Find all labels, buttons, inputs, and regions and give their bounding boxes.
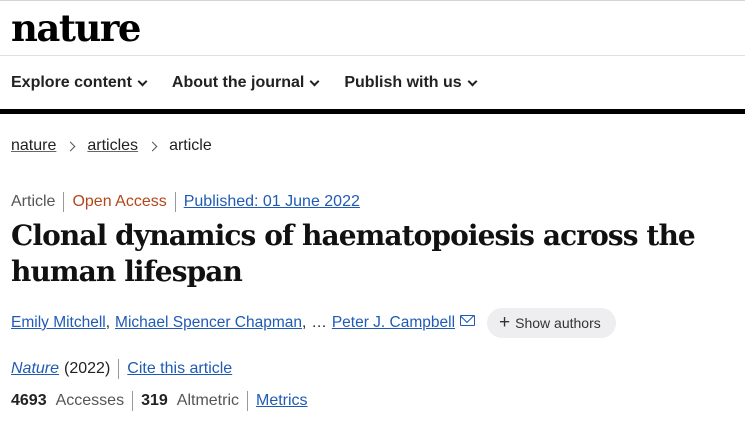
breadcrumb-home-link[interactable]: nature	[11, 135, 56, 157]
chevron-right-icon	[147, 141, 158, 151]
metrics-divider	[247, 391, 248, 411]
author-separator: ,	[302, 314, 307, 331]
chevron-down-icon	[467, 76, 478, 86]
main-nav: Explore content About the journal Publis…	[11, 72, 478, 94]
chevron-down-icon	[309, 76, 320, 86]
article-title: Clonal dynamics of haematopoiesis across…	[11, 219, 696, 288]
chevron-down-icon	[137, 76, 148, 86]
metrics-row: 4693 Accesses 319 Altmetric Metrics	[11, 390, 308, 412]
author-ellipsis: …	[311, 314, 327, 331]
article-meta: Article Open Access Published: 01 June 2…	[11, 191, 360, 213]
show-authors-label: Show authors	[515, 315, 601, 331]
meta-divider	[63, 192, 65, 212]
author-separator: ,	[105, 314, 111, 331]
nav-bottom-bar	[0, 109, 745, 114]
masthead: nature	[11, 8, 141, 48]
breadcrumb-articles-link[interactable]: articles	[87, 135, 138, 157]
chevron-right-icon	[65, 141, 76, 151]
nav-explore-content-label: Explore content	[11, 74, 132, 91]
author-link[interactable]: Michael Spencer Chapman	[115, 308, 302, 338]
article-type: Article	[11, 193, 56, 210]
nav-publish-with-us[interactable]: Publish with us	[344, 72, 478, 94]
altmetric-label: Altmetric	[176, 392, 239, 409]
nav-publish-with-us-label: Publish with us	[344, 74, 462, 91]
author-link[interactable]: Emily Mitchell	[11, 308, 106, 338]
citation-divider	[118, 359, 120, 379]
open-access-label: Open Access	[72, 193, 167, 210]
journal-link[interactable]: Nature	[11, 358, 59, 380]
publication-year: (2022)	[64, 360, 111, 377]
breadcrumb: nature articles article	[11, 135, 212, 157]
plus-icon: +	[499, 311, 511, 333]
mail-icon[interactable]	[460, 314, 476, 326]
author-link[interactable]: Peter J. Campbell	[332, 308, 455, 338]
altmetric-score: 319	[141, 392, 168, 409]
show-authors-button[interactable]: + Show authors	[487, 308, 616, 338]
accesses-count: 4693	[11, 392, 47, 409]
meta-divider	[174, 192, 176, 212]
published-date-link[interactable]: Published: 01 June 2022	[184, 191, 360, 213]
nature-logo[interactable]: nature	[11, 8, 141, 48]
nav-explore-content[interactable]: Explore content	[11, 72, 148, 94]
nav-about-journal[interactable]: About the journal	[171, 72, 320, 94]
metrics-link[interactable]: Metrics	[256, 390, 308, 412]
citation-row: Nature (2022) Cite this article	[11, 358, 232, 380]
author-list: Emily Mitchell , Michael Spencer Chapman…	[11, 308, 616, 338]
accesses-label: Accesses	[55, 392, 125, 409]
breadcrumb-current: article	[169, 137, 212, 154]
masthead-divider	[0, 55, 745, 56]
metrics-divider	[132, 391, 134, 411]
cite-article-link[interactable]: Cite this article	[127, 358, 232, 380]
nav-about-journal-label: About the journal	[171, 74, 305, 91]
top-border	[0, 0, 745, 1]
